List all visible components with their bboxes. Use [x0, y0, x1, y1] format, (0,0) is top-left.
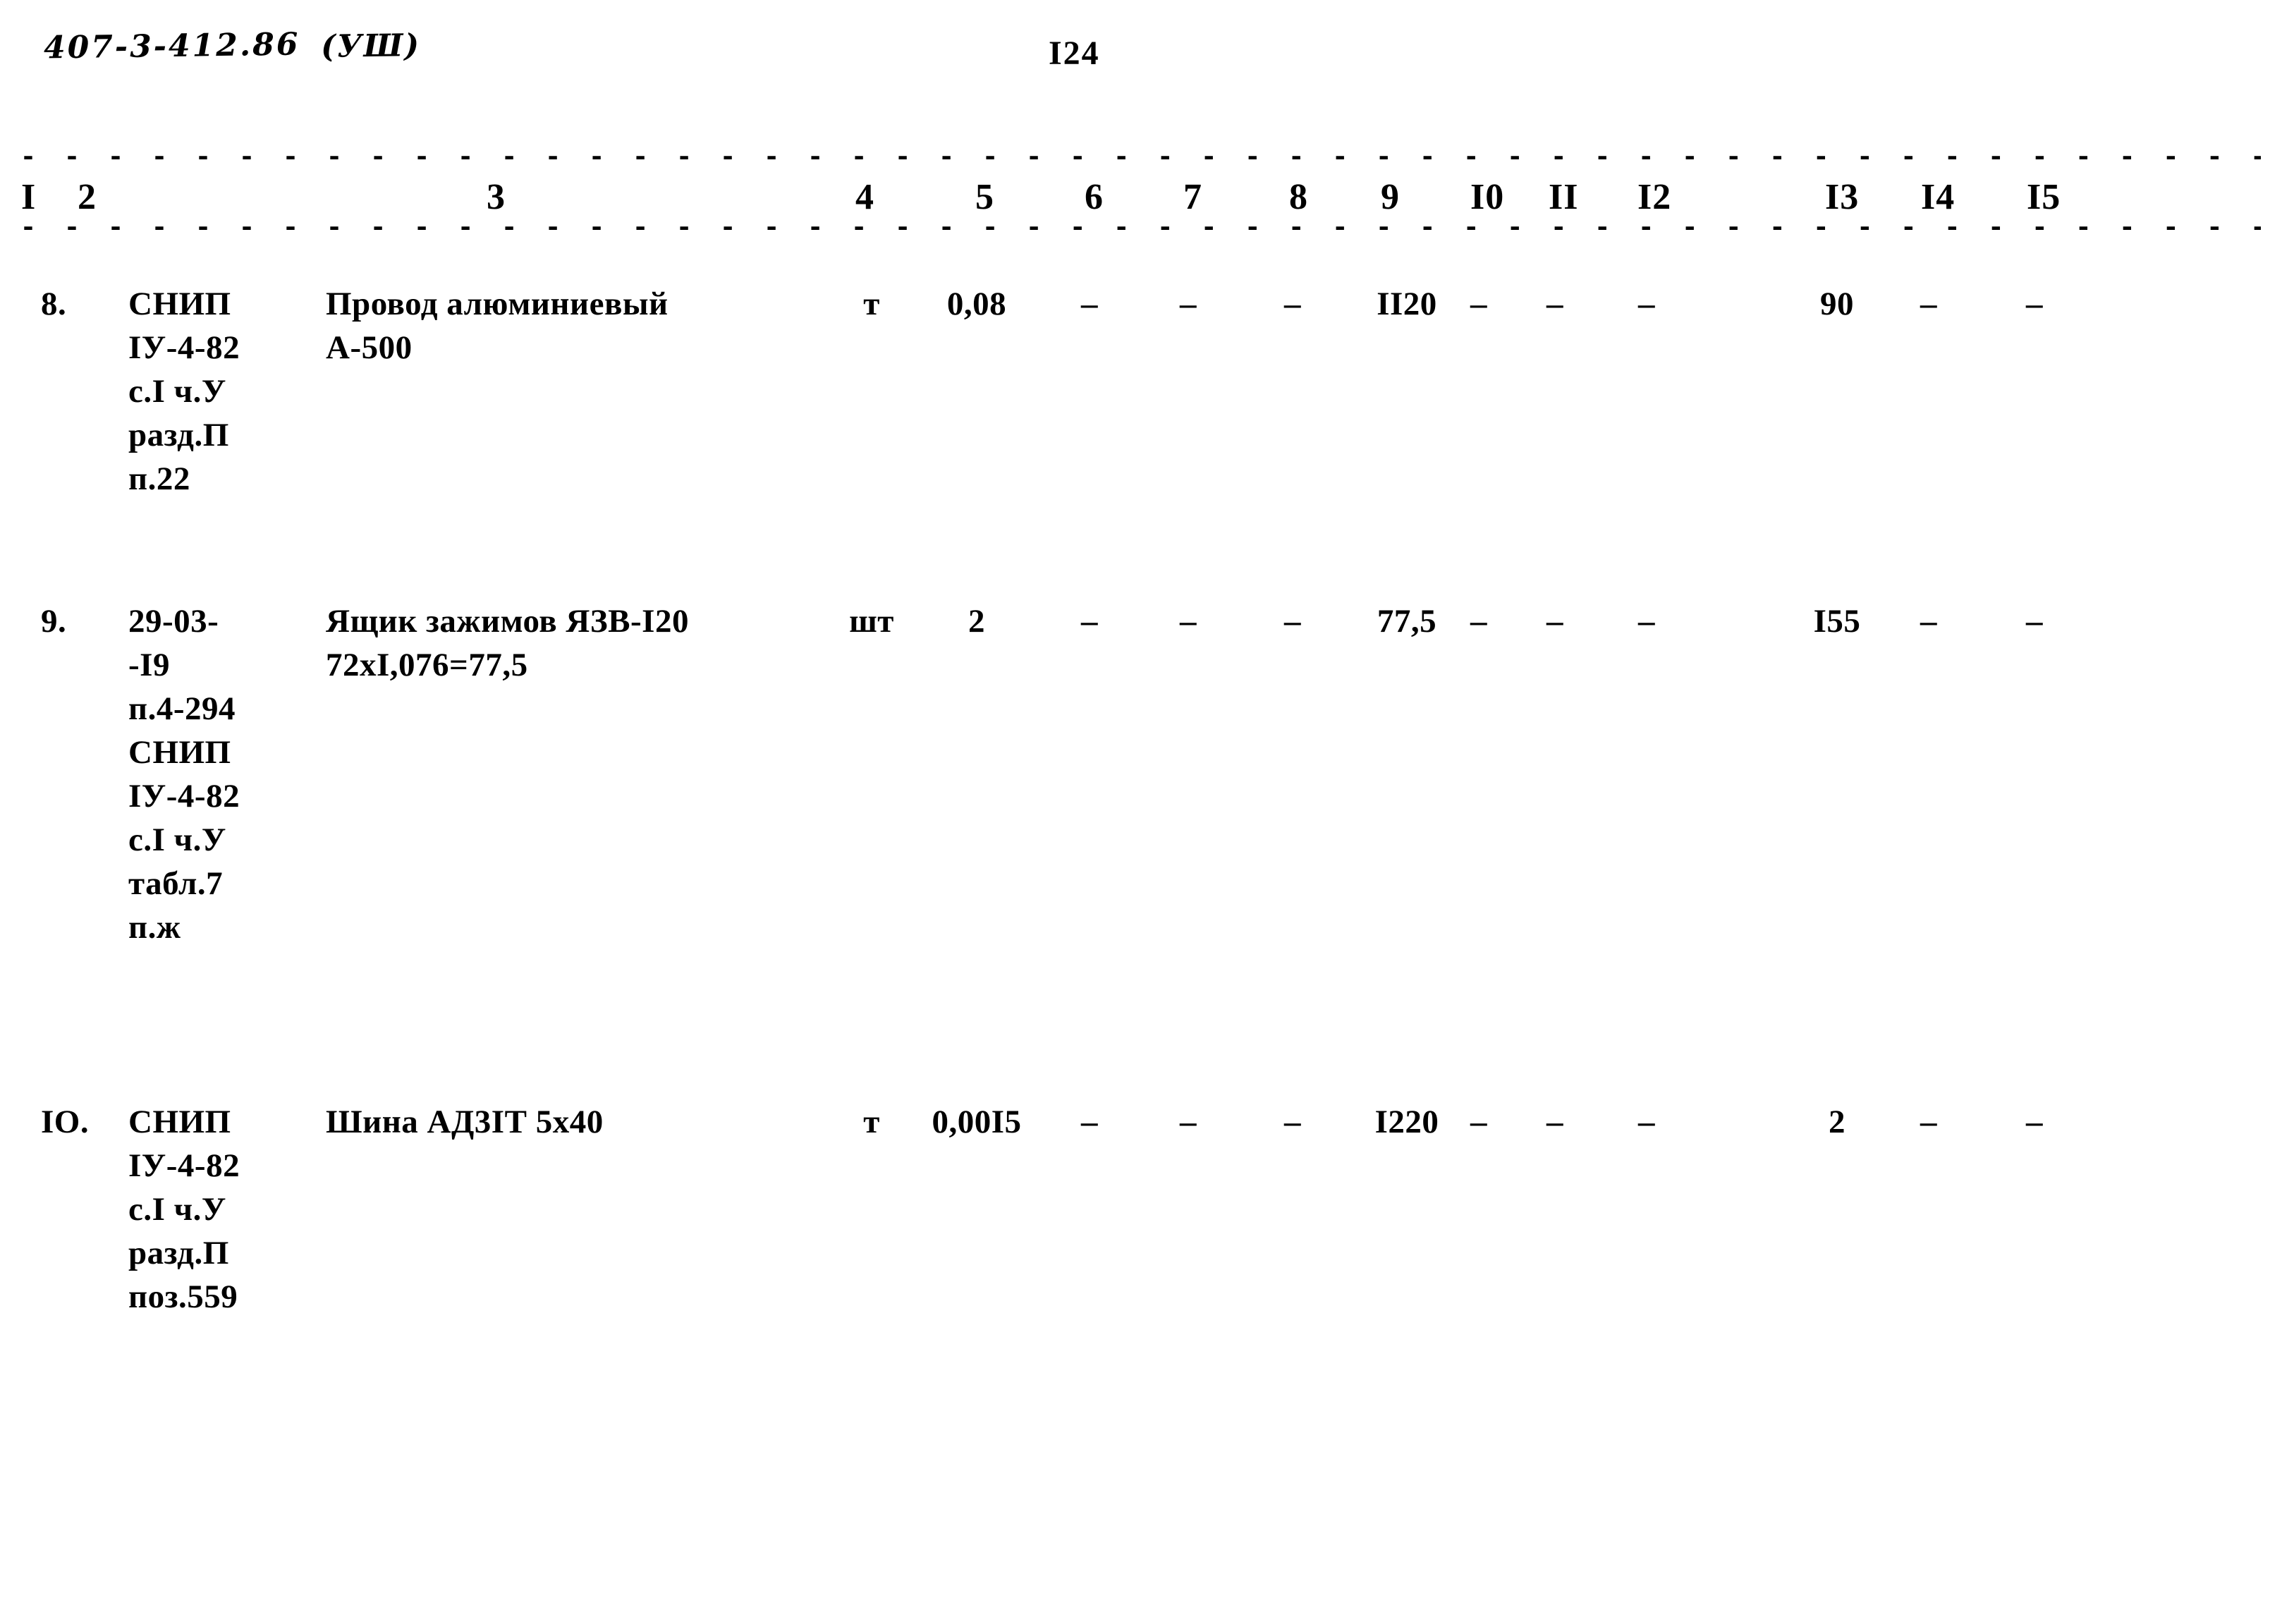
- row-col11: –: [1546, 286, 1563, 322]
- row-col13: 2: [1829, 1104, 1845, 1140]
- column-header-II: II: [1549, 177, 1579, 217]
- row-col14: –: [1920, 286, 1937, 322]
- row-col12: –: [1638, 603, 1655, 640]
- row-col11: –: [1546, 1104, 1563, 1140]
- document-page: 407-3-412.86 (УШ) I24 - - - - - - - - - …: [0, 0, 2282, 1624]
- row-number: 9.: [41, 603, 67, 640]
- row-col15: –: [2026, 603, 2043, 640]
- row-quantity: 2: [968, 603, 985, 640]
- row-col12: –: [1638, 1104, 1655, 1140]
- row-col7: –: [1180, 1104, 1197, 1140]
- row-unit: шт: [849, 603, 894, 640]
- row-col6: –: [1081, 286, 1098, 322]
- column-header-2: 2: [78, 177, 97, 217]
- row-col10: –: [1470, 286, 1487, 322]
- row-col10: –: [1470, 1104, 1487, 1140]
- column-header-I5: I5: [2027, 177, 2061, 217]
- page-number: I24: [1049, 35, 1100, 72]
- column-header-7: 7: [1183, 177, 1202, 217]
- column-header-4: 4: [855, 177, 874, 217]
- column-header-5: 5: [975, 177, 994, 217]
- row-col6: –: [1081, 1104, 1098, 1140]
- table-rule-top: - - - - - - - - - - - - - - - - - - - - …: [20, 154, 2261, 164]
- row-col15: –: [2026, 286, 2043, 322]
- row-quantity: 0,08: [946, 286, 1007, 322]
- row-col7: –: [1180, 286, 1197, 322]
- row-description: Ящик зажимов ЯЗВ-I20 72xI,076=77,5: [326, 603, 689, 683]
- column-header-I: I: [21, 177, 37, 217]
- row-unit: т: [863, 286, 880, 322]
- row-col8: –: [1284, 1104, 1301, 1140]
- row-unit: т: [863, 1104, 880, 1140]
- row-col13: I55: [1813, 603, 1861, 640]
- row-justification: 29-03- -I9 п.4-294 СНИП IУ-4-82 с.I ч.У …: [128, 603, 240, 946]
- row-number: IО.: [41, 1104, 90, 1140]
- row-col12: –: [1638, 286, 1655, 322]
- row-description: Провод алюминиевый А-500: [326, 286, 669, 366]
- column-header-I0: I0: [1470, 177, 1505, 217]
- row-quantity: 0,00I5: [932, 1104, 1022, 1140]
- column-header-8: 8: [1289, 177, 1308, 217]
- document-code: 407-3-412.86: [43, 26, 300, 66]
- row-col15: –: [2026, 1104, 2043, 1140]
- row-col14: –: [1920, 603, 1937, 640]
- column-header-9: 9: [1381, 177, 1400, 217]
- row-justification: СНИП IУ-4-82 с.I ч.У разд.П п.22: [128, 286, 240, 497]
- row-col8: –: [1284, 286, 1301, 322]
- table-rule-bottom: - - - - - - - - - - - - - - - - - - - - …: [20, 224, 2261, 234]
- row-number: 8.: [41, 286, 67, 322]
- row-col10: –: [1470, 603, 1487, 640]
- row-col6: –: [1081, 603, 1098, 640]
- row-col7: –: [1180, 603, 1197, 640]
- row-justification: СНИП IУ-4-82 с.I ч.У разд.П поз.559: [128, 1104, 240, 1315]
- document-section-label: (УШ): [320, 28, 421, 65]
- column-header-I3: I3: [1825, 177, 1860, 217]
- column-header-I4: I4: [1921, 177, 1955, 217]
- row-col8: –: [1284, 603, 1301, 640]
- column-header-3: 3: [487, 177, 506, 217]
- row-description: Шина АД3IТ 5х40: [326, 1104, 604, 1140]
- row-col13: 90: [1820, 286, 1854, 322]
- column-header-I2: I2: [1637, 177, 1672, 217]
- row-col11: –: [1546, 603, 1563, 640]
- column-header-6: 6: [1085, 177, 1104, 217]
- row-col14: –: [1920, 1104, 1937, 1140]
